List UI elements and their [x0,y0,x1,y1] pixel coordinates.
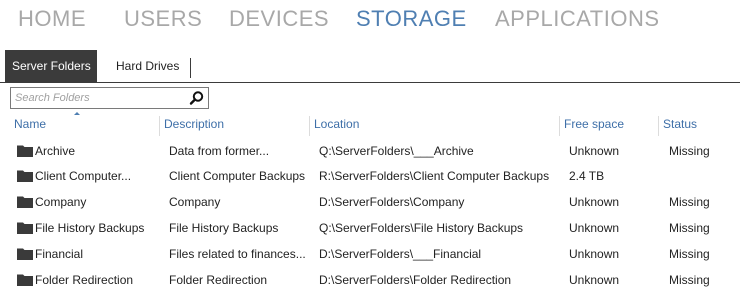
folder-location: R:\ServerFolders\Client Computer Backups [319,169,550,183]
folder-status: Missing [669,221,710,235]
folder-icon [17,170,33,182]
folder-free-space: Unknown [569,273,620,287]
tab-divider [190,58,191,78]
folder-free-space: Unknown [569,221,620,235]
column-header-free-space[interactable]: Free space [564,117,624,131]
folder-free-space: Unknown [569,247,620,261]
folder-name: Financial [35,247,84,261]
folder-icon [17,196,33,208]
column-header-description[interactable]: Description [164,117,224,131]
folder-free-space: Unknown [569,144,620,158]
folder-description: Files related to finances... [169,247,306,261]
column-header-status[interactable]: Status [663,117,697,131]
column-headers: Name Description Location Free space Sta… [0,116,740,136]
nav-applications[interactable]: APPLICATIONS [495,6,660,32]
folder-name: Archive [35,144,76,158]
folder-row[interactable]: Client Computer... Client Computer Backu… [0,164,740,190]
folder-status: Missing [669,273,710,287]
folder-name: Client Computer... [35,169,132,183]
column-divider[interactable] [309,116,310,136]
folder-icon [17,145,33,157]
column-divider[interactable] [159,116,160,136]
folder-free-space: Unknown [569,195,620,209]
folder-name: File History Backups [35,221,145,235]
tab-hard-drives[interactable]: Hard Drives [104,50,191,82]
folder-description: Company [169,195,221,209]
folder-status: Missing [669,144,710,158]
top-navigation: HOME USERS DEVICES STORAGE APPLICATIONS [0,0,740,44]
tab-server-folders[interactable]: Server Folders [5,50,97,82]
folder-location: D:\ServerFolders\___Financial [319,247,482,261]
folder-row[interactable]: Archive Data from former... Q:\ServerFol… [0,139,740,165]
column-header-name[interactable]: Name [14,117,46,131]
folder-icon [17,248,33,260]
folder-row[interactable]: Financial Files related to finances... D… [0,242,740,268]
folder-description: Client Computer Backups [169,169,306,183]
folder-row[interactable]: Company Company D:\ServerFolders\Company… [0,190,740,216]
folder-name: Company [35,195,87,209]
folder-location: Q:\ServerFolders\File History Backups [319,221,524,235]
folder-description: Folder Redirection [169,273,268,287]
folder-description: File History Backups [169,221,279,235]
storage-subtabs: Server Folders Hard Drives [0,50,740,83]
folder-status: Missing [669,247,710,261]
search-input[interactable] [15,90,185,106]
nav-users[interactable]: USERS [124,6,202,32]
folder-name: Folder Redirection [35,273,134,287]
folder-status: Missing [669,195,710,209]
folder-row[interactable]: Folder Redirection Folder Redirection D:… [0,268,740,294]
folder-row[interactable]: File History Backups File History Backup… [0,216,740,242]
folder-icon [17,274,33,286]
sort-ascending-icon [74,112,80,115]
nav-devices[interactable]: DEVICES [229,6,329,32]
folder-free-space: 2.4 TB [569,169,605,183]
search-box [10,87,209,109]
folder-location: D:\ServerFolders\Folder Redirection [319,273,512,287]
folder-location: Q:\ServerFolders\___Archive [319,144,474,158]
nav-home[interactable]: HOME [18,6,86,32]
folder-location: D:\ServerFolders\Company [319,195,465,209]
folder-icon [17,222,33,234]
folder-description: Data from former... [169,144,270,158]
column-divider[interactable] [559,116,560,136]
nav-storage[interactable]: STORAGE [356,6,467,32]
column-header-location[interactable]: Location [314,117,359,131]
search-icon[interactable] [188,89,206,107]
column-divider[interactable] [658,116,659,136]
